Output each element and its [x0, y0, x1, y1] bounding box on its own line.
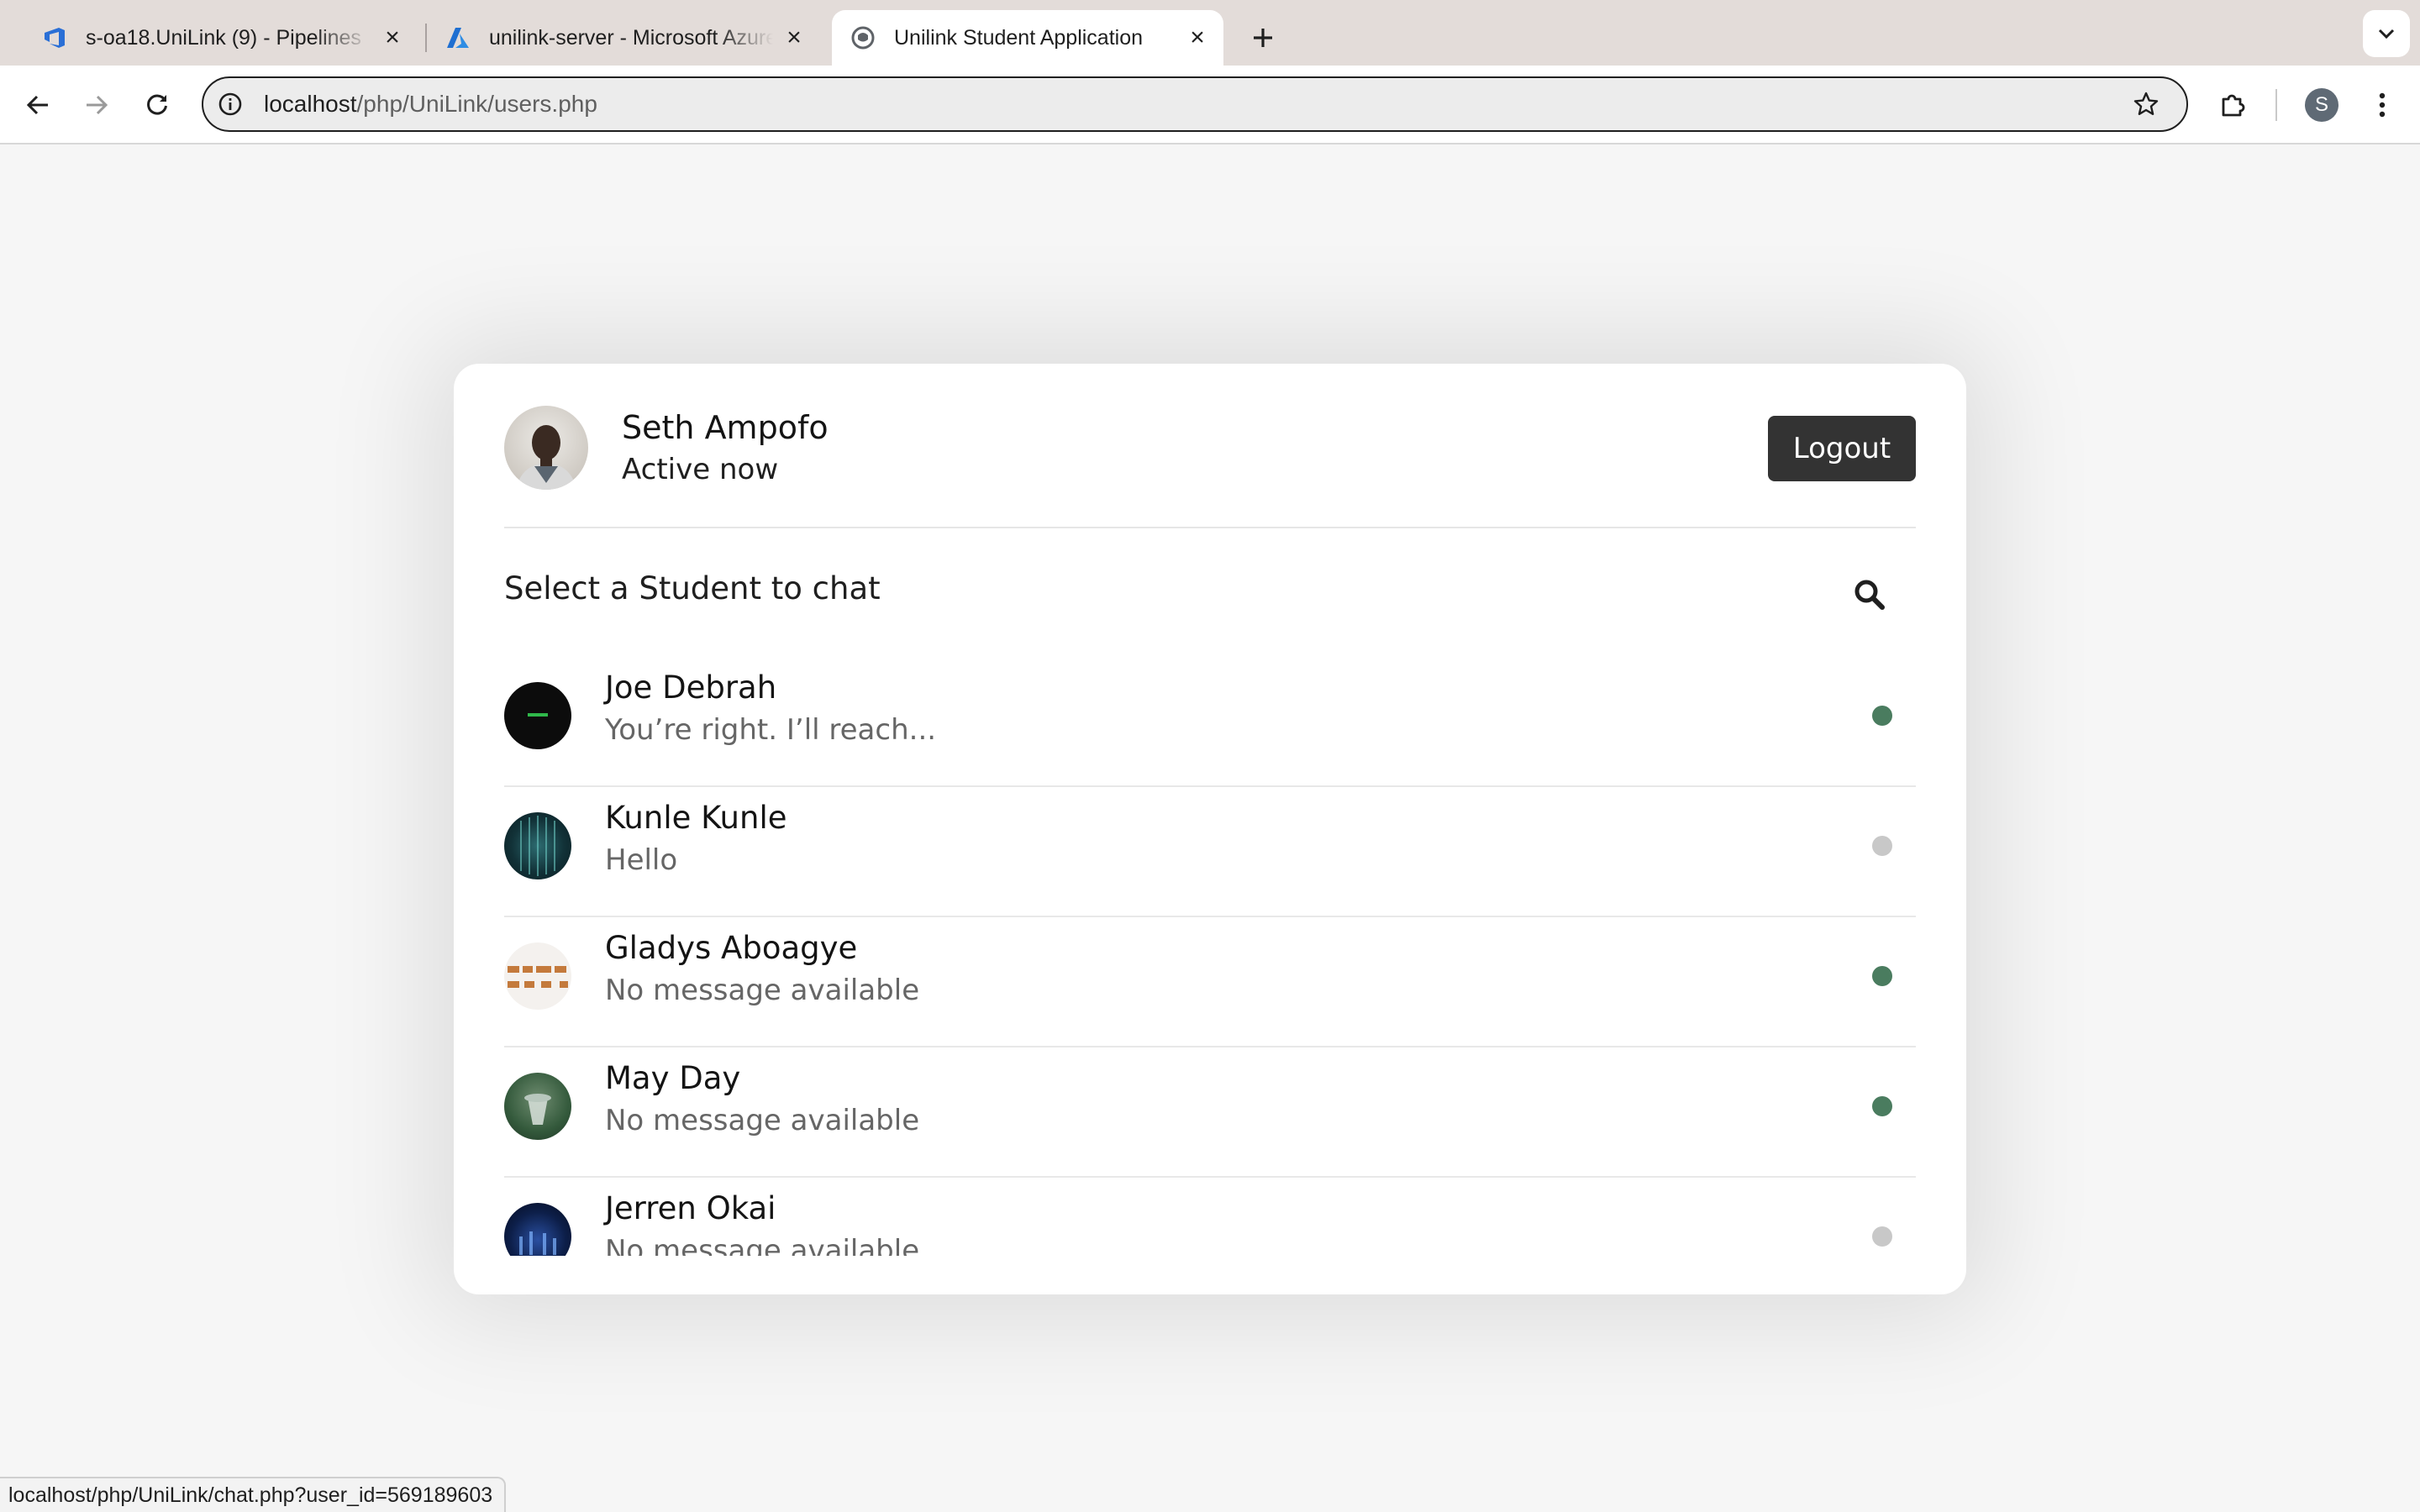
user-last-message: No message available: [605, 1104, 920, 1137]
search-label: Select a Student to chat: [504, 570, 881, 606]
user-name: Jerren Okai: [605, 1190, 776, 1226]
close-icon[interactable]: ×: [780, 24, 808, 52]
avatar: [504, 1073, 571, 1140]
tab-azure[interactable]: unilink-server - Microsoft Azure ×: [427, 10, 820, 66]
avatar: [504, 406, 588, 490]
browser-toolbar: localhost/php/UniLink/users.php S: [0, 66, 2420, 144]
address-bar[interactable]: localhost/php/UniLink/users.php: [202, 76, 2188, 132]
logout-button[interactable]: Logout: [1768, 416, 1916, 481]
url-text: localhost/php/UniLink/users.php: [264, 78, 597, 130]
status-dot-online: [1872, 706, 1892, 726]
status-dot-offline: [1872, 1226, 1892, 1247]
page-globe-icon: [850, 25, 876, 50]
list-item-user[interactable]: Kunle Kunle Hello: [504, 788, 1916, 917]
link-preview-status-bar: localhost/php/UniLink/chat.php?user_id=5…: [0, 1477, 507, 1512]
reload-button[interactable]: [134, 82, 180, 128]
list-item-user[interactable]: Jerren Okai No message available: [504, 1179, 1916, 1256]
users-list: Joe Debrah You’re right. I’ll reach... K…: [504, 658, 1916, 1256]
status-dot-online: [1872, 1096, 1892, 1116]
plus-icon: [1254, 29, 1272, 47]
puzzle-icon: [2222, 94, 2245, 117]
list-item-user[interactable]: Gladys Aboagye No message available: [504, 918, 1916, 1047]
tab-pipelines[interactable]: s-oa18.UniLink (9) - Pipelines ×: [24, 10, 418, 66]
profile-button[interactable]: S: [2299, 82, 2344, 128]
arrow-left-icon: [26, 95, 48, 115]
user-name: Gladys Aboagye: [605, 930, 858, 966]
url-path: /php/UniLink/users.php: [356, 91, 597, 117]
user-name: Kunle Kunle: [605, 800, 787, 836]
list-item-user[interactable]: May Day No message available: [504, 1048, 1916, 1178]
close-icon[interactable]: ×: [1183, 24, 1212, 52]
reload-icon: [147, 94, 167, 115]
toolbar-divider: [2275, 89, 2277, 121]
user-last-message: No message available: [605, 1234, 920, 1256]
search-icon: [1854, 580, 1885, 610]
status-dot-offline: [1872, 836, 1892, 856]
user-name: May Day: [605, 1060, 741, 1096]
browser-menu-button[interactable]: [2360, 82, 2405, 128]
users-card: Seth Ampofo Active now Logout Select a S…: [454, 364, 1966, 1294]
browser-tab-bar: s-oa18.UniLink (9) - Pipelines × unilink…: [0, 0, 2420, 66]
avatar: [504, 1203, 571, 1256]
current-user-name: Seth Ampofo: [622, 409, 829, 446]
tab-title: unilink-server - Microsoft Azure: [489, 25, 773, 50]
user-last-message: Hello: [605, 843, 678, 877]
avatar: [504, 942, 571, 1010]
forward-button[interactable]: [74, 82, 119, 128]
url-host: localhost: [264, 91, 357, 117]
back-button[interactable]: [15, 82, 60, 128]
search-button[interactable]: [1847, 572, 1892, 617]
tab-search-button[interactable]: [2363, 10, 2410, 57]
search-bar: Select a Student to chat: [504, 527, 1916, 661]
azure-icon: [445, 25, 471, 50]
azure-devops-icon: [42, 25, 67, 50]
close-icon[interactable]: ×: [378, 24, 407, 52]
current-user-status: Active now: [622, 453, 779, 486]
tab-title: Unilink Student Application: [894, 25, 1144, 50]
avatar: [504, 812, 571, 879]
status-dot-online: [1872, 966, 1892, 986]
user-last-message: No message available: [605, 974, 920, 1007]
extensions-button[interactable]: [2210, 82, 2255, 128]
user-header: Seth Ampofo Active now Logout: [504, 364, 1916, 528]
profile-avatar: S: [2305, 88, 2338, 122]
bookmark-star-icon[interactable]: [2131, 89, 2161, 119]
list-item-user[interactable]: Joe Debrah You’re right. I’ll reach...: [504, 658, 1916, 787]
chevron-down-icon: [2378, 29, 2395, 39]
user-name: Joe Debrah: [605, 669, 777, 706]
tab-unilink[interactable]: Unilink Student Application ×: [832, 10, 1223, 66]
kebab-menu-icon: [2379, 92, 2386, 118]
avatar: [504, 682, 571, 749]
arrow-right-icon: [87, 95, 108, 115]
tab-title: s-oa18.UniLink (9) - Pipelines: [86, 25, 361, 50]
info-icon[interactable]: [215, 89, 245, 119]
user-last-message: You’re right. I’ll reach...: [605, 713, 937, 747]
new-tab-button[interactable]: [1242, 17, 1284, 59]
